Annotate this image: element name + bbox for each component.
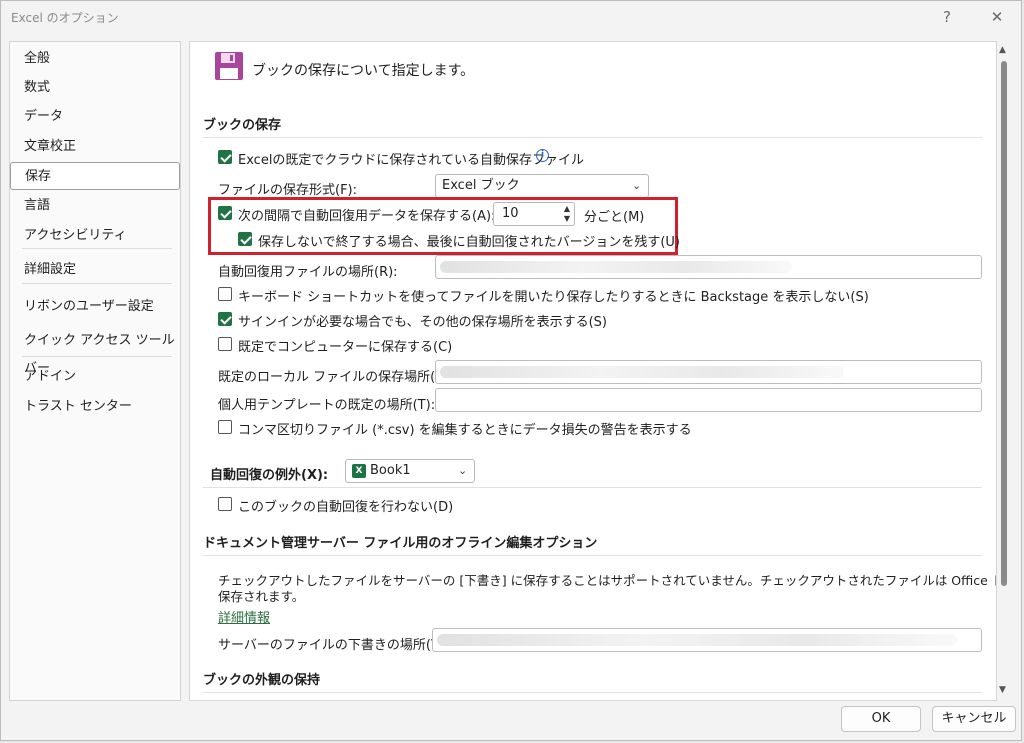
disable-autorecover-checkbox[interactable] — [218, 497, 232, 511]
sidebar-item-general[interactable]: 全般 — [10, 45, 180, 73]
content-scrollbar[interactable]: ▲ ▼ — [997, 41, 1011, 701]
sidebar-item-addins[interactable]: アドイン — [10, 363, 180, 391]
scroll-up-arrow-icon[interactable]: ▲ — [999, 45, 1006, 55]
autorecover-interval-spinner[interactable]: 10 ▲ ▼ — [493, 202, 575, 226]
sidebar-divider — [22, 356, 172, 357]
category-sidebar: 全般 数式 データ 文章校正 保存 言語 アクセシビリティ 詳細設定 リボンのユ… — [9, 41, 181, 701]
save-to-computer-checkbox[interactable] — [218, 337, 232, 351]
backstage-label: キーボード ショートカットを使ってファイルを開いたり保存したりするときに Bac… — [238, 290, 869, 305]
local-location-label: 既定のローカル ファイルの保存場所(I): — [218, 370, 449, 385]
redacted-path — [440, 261, 792, 273]
redacted-path — [437, 634, 957, 646]
spinner-arrows-icon[interactable]: ▲ ▼ — [564, 204, 570, 224]
sidebar-item-advanced[interactable]: 詳細設定 — [10, 256, 180, 284]
interval-unit-label: 分ごと(M) — [584, 210, 645, 225]
autorecover-exceptions-label: 自動回復の例外(X): — [210, 468, 329, 483]
section-divider — [203, 555, 982, 556]
excel-icon: X — [352, 464, 366, 478]
sidebar-item-customize-ribbon[interactable]: リボンのユーザー設定 — [10, 293, 180, 321]
local-location-field[interactable] — [435, 360, 982, 384]
autorecover-location-label: 自動回復用ファイルの場所(R): — [218, 265, 398, 280]
template-location-label: 個人用テンプレートの既定の場所(T): — [218, 398, 436, 413]
chevron-down-icon: ⌄ — [458, 464, 468, 477]
info-icon[interactable]: i — [536, 149, 549, 162]
exception-workbook-value: Book1 — [370, 463, 411, 478]
autorecover-label: 次の間隔で自動回復用データを保存する(A): — [238, 209, 496, 224]
scroll-down-arrow-icon[interactable]: ▼ — [999, 685, 1006, 695]
section-title-offline: ドキュメント管理サーバー ファイル用のオフライン編集オプション — [203, 536, 598, 551]
drafts-location-field[interactable] — [432, 628, 982, 652]
page-header-text: ブックの保存について指定します。 — [252, 63, 475, 79]
autorecover-location-field[interactable] — [435, 255, 982, 279]
disable-autorecover-label: このブックの自動回復を行わない(D) — [238, 500, 454, 515]
close-button[interactable]: ✕ — [983, 5, 1011, 29]
ok-button[interactable]: OK — [841, 706, 921, 732]
exception-workbook-dropdown[interactable]: X Book1 ⌄ — [345, 459, 475, 483]
section-divider — [203, 692, 982, 693]
scrollbar-thumb[interactable] — [1001, 61, 1007, 586]
sidebar-item-language[interactable]: 言語 — [10, 192, 180, 220]
chevron-down-icon: ⌄ — [632, 179, 642, 192]
more-info-link[interactable]: 詳細情報 — [218, 607, 270, 626]
sidebar-divider — [22, 248, 172, 249]
template-location-field[interactable] — [435, 388, 982, 412]
sidebar-item-data[interactable]: データ — [10, 103, 180, 131]
section-title-appearance: ブックの外観の保持 — [203, 673, 321, 688]
show-other-locations-checkbox[interactable] — [218, 312, 232, 326]
csv-warning-label: コンマ区切りファイル (*.csv) を編集するときにデータ損失の警告を表示する — [238, 423, 692, 438]
sidebar-item-trust-center[interactable]: トラスト センター — [10, 393, 180, 421]
section-title-save: ブックの保存 — [203, 118, 282, 133]
redacted-path — [440, 366, 844, 378]
section-divider — [203, 487, 982, 488]
autorecover-checkbox[interactable] — [218, 206, 232, 220]
keep-last-version-label: 保存しないで終了する場合、最後に自動回復されたバージョンを残す(U) — [258, 235, 681, 250]
sidebar-item-accessibility[interactable]: アクセシビリティ — [10, 222, 180, 250]
autosave-cloud-label: Excelの既定でクラウドに保存されている自動保存ファイル — [238, 153, 585, 168]
backstage-checkbox[interactable] — [218, 287, 232, 301]
save-floppy-icon — [215, 52, 243, 80]
sidebar-item-proofing[interactable]: 文章校正 — [10, 133, 180, 161]
show-other-locations-label: サインインが必要な場合でも、その他の保存場所を表示する(S) — [238, 315, 608, 330]
csv-warning-checkbox[interactable] — [218, 420, 232, 434]
drafts-location-label: サーバーのファイルの下書きの場所(V): — [218, 638, 450, 653]
save-format-dropdown[interactable]: Excel ブック ⌄ — [435, 174, 649, 198]
save-to-computer-label: 既定でコンピューターに保存する(C) — [238, 340, 453, 355]
title-bar: Excel のオプション ? ✕ — [1, 1, 1021, 33]
autosave-cloud-checkbox[interactable] — [218, 150, 232, 164]
autorecover-interval-value: 10 — [502, 206, 519, 221]
keep-last-version-checkbox[interactable] — [238, 232, 252, 246]
sidebar-item-formulas[interactable]: 数式 — [10, 74, 180, 102]
cancel-button[interactable]: キャンセル — [932, 706, 1016, 732]
help-button[interactable]: ? — [933, 5, 961, 29]
sidebar-item-quick-access-toolbar[interactable]: クイック アクセス ツール バー — [10, 327, 180, 376]
offline-description-line2: 保存されます。 — [218, 589, 305, 604]
sidebar-divider — [22, 283, 172, 284]
section-divider — [203, 137, 982, 138]
save-format-label: ファイルの保存形式(F): — [218, 183, 358, 198]
options-content-pane: ブックの保存について指定します。 ブックの保存 Excelの既定でクラウドに保存… — [189, 41, 997, 701]
save-format-value: Excel ブック — [442, 178, 520, 193]
excel-options-dialog: Excel のオプション ? ✕ 全般 数式 データ 文章校正 保存 言語 アク… — [0, 0, 1022, 741]
offline-description-line1: チェックアウトしたファイルをサーバーの [下書き] に保存することはサポートされ… — [218, 573, 996, 588]
sidebar-item-save[interactable]: 保存 — [10, 162, 180, 190]
window-title: Excel のオプション — [11, 11, 119, 25]
